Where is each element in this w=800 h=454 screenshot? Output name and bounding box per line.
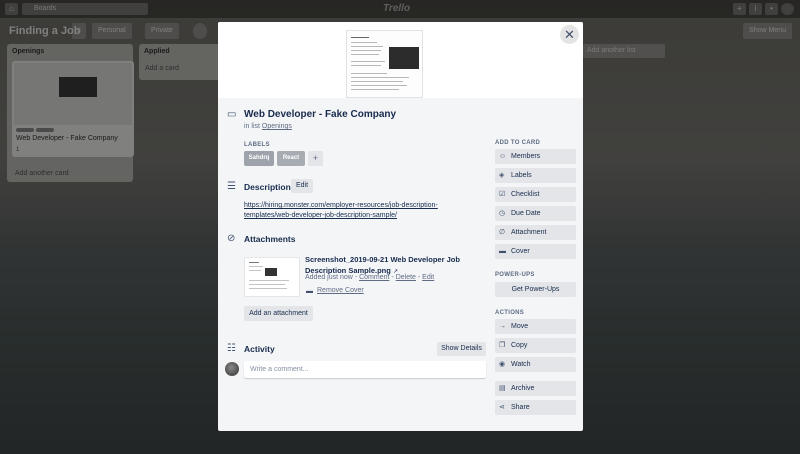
members-label: Members bbox=[511, 153, 541, 160]
paperclip-icon: ⊘ bbox=[227, 233, 236, 244]
add-to-card-heading: ADD TO CARD bbox=[495, 140, 541, 146]
add-label-button[interactable]: + bbox=[308, 151, 323, 166]
attachment-delete-link[interactable]: Delete bbox=[396, 274, 416, 281]
labels-button[interactable]: ◈ Labels bbox=[495, 168, 576, 183]
get-power-ups-button[interactable]: Get Power-Ups bbox=[495, 282, 576, 297]
share-label: Share bbox=[511, 404, 530, 411]
card-cover bbox=[218, 22, 583, 98]
attachment-meta: Added just now - Comment - Delete - Edit bbox=[305, 274, 435, 281]
attachment-thumbnail[interactable] bbox=[244, 257, 300, 297]
due-date-button[interactable]: ◷ Due Date bbox=[495, 206, 576, 221]
watch-button[interactable]: ◉ Watch bbox=[495, 357, 576, 372]
move-label: Move bbox=[511, 323, 529, 330]
avatar bbox=[225, 362, 239, 376]
cover-icon: ▬ bbox=[306, 288, 313, 295]
due-date-label: Due Date bbox=[511, 210, 541, 217]
archive-label: Archive bbox=[511, 385, 535, 392]
attachment-comment-link[interactable]: Comment bbox=[359, 274, 389, 281]
copy-label: Copy bbox=[511, 342, 528, 349]
labels-heading: LABELS bbox=[244, 142, 270, 148]
in-list-text: in list Openings bbox=[244, 123, 292, 130]
labels-label: Labels bbox=[511, 172, 532, 179]
description-edit-button[interactable]: Edit bbox=[291, 179, 313, 193]
share-icon: ⋖ bbox=[499, 404, 505, 411]
label-chip[interactable]: React bbox=[277, 151, 305, 166]
activity-heading: Activity bbox=[244, 344, 275, 354]
person-icon: ☺ bbox=[499, 153, 507, 160]
activity-icon: ☷ bbox=[227, 343, 236, 354]
cover-label: Cover bbox=[511, 248, 530, 255]
copy-icon: ❐ bbox=[499, 342, 506, 349]
archive-icon: ▤ bbox=[499, 385, 506, 392]
card-icon: ▭ bbox=[227, 109, 237, 120]
close-icon[interactable]: ✕ bbox=[560, 25, 579, 44]
arrow-right-icon: → bbox=[499, 323, 506, 330]
cover-button[interactable]: ▬ Cover bbox=[495, 244, 576, 259]
actions-heading: ACTIONS bbox=[495, 310, 525, 316]
attachment-edit-link[interactable]: Edit bbox=[422, 274, 434, 281]
checklist-label: Checklist bbox=[511, 191, 540, 198]
clock-icon: ◷ bbox=[499, 210, 506, 217]
eye-icon: ◉ bbox=[499, 361, 506, 368]
attachment-label: Attachment bbox=[511, 229, 547, 236]
copy-button[interactable]: ❐ Copy bbox=[495, 338, 576, 353]
archive-button[interactable]: ▤ Archive bbox=[495, 381, 576, 396]
paperclip-icon: ∅ bbox=[499, 229, 506, 236]
description-link[interactable]: https://hiring.monster.com/employer-reso… bbox=[244, 201, 484, 221]
attachments-heading: Attachments bbox=[244, 234, 296, 244]
description-heading: Description bbox=[244, 182, 291, 192]
members-button[interactable]: ☺ Members bbox=[495, 149, 576, 164]
attachment-button[interactable]: ∅ Attachment bbox=[495, 225, 576, 240]
in-list-link[interactable]: Openings bbox=[262, 123, 292, 130]
description-icon: ☰ bbox=[227, 181, 236, 192]
checklist-icon: ☑ bbox=[499, 191, 506, 198]
watch-label: Watch bbox=[511, 361, 531, 368]
card-title-heading[interactable]: Web Developer - Fake Company bbox=[244, 109, 396, 120]
remove-cover-link[interactable]: Remove Cover bbox=[317, 287, 364, 294]
show-details-button[interactable]: Show Details bbox=[437, 342, 486, 356]
share-button[interactable]: ⋖ Share bbox=[495, 400, 576, 415]
attachment-filename: Screenshot_2019-09-21 Web Developer Job … bbox=[305, 255, 460, 275]
move-button[interactable]: → Move bbox=[495, 319, 576, 334]
checklist-button[interactable]: ☑ Checklist bbox=[495, 187, 576, 202]
add-attachment-button[interactable]: Add an attachment bbox=[244, 306, 313, 321]
power-ups-heading: POWER-UPS bbox=[495, 272, 535, 278]
attachment-added-time: Added just now bbox=[305, 274, 353, 281]
tag-icon: ◈ bbox=[499, 172, 505, 179]
cover-icon: ▬ bbox=[499, 248, 506, 255]
card-detail-modal: ✕ ▭ Web Developer - Fake Company in list… bbox=[218, 22, 583, 431]
in-list-prefix: in list bbox=[244, 123, 260, 130]
cover-image bbox=[346, 30, 423, 98]
comment-input[interactable]: Write a comment... bbox=[244, 361, 486, 378]
label-chip[interactable]: Sahdrq bbox=[244, 151, 274, 166]
